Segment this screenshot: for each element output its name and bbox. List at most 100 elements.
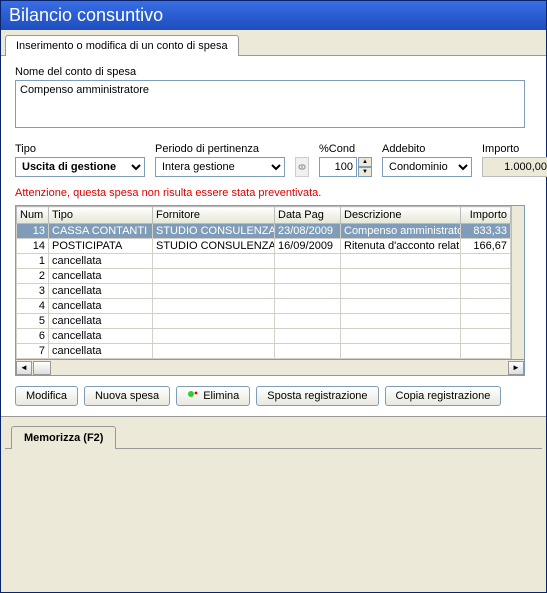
cell-num: 2	[17, 269, 49, 284]
col-importo[interactable]: Importo	[461, 207, 511, 224]
table-row[interactable]: 14POSTICIPATASTUDIO CONSULENZA16/09/2009…	[17, 239, 511, 254]
importo-label: Importo	[482, 143, 547, 155]
cell-tipo: cancellata	[49, 269, 153, 284]
field-addebito: Addebito Condominio	[382, 143, 472, 177]
button-row: Modifica Nuova spesa Elimina Sposta regi…	[15, 386, 532, 406]
col-num[interactable]: Num	[17, 207, 49, 224]
name-input[interactable]: Compenso amministratore	[15, 80, 525, 128]
grid[interactable]: Num Tipo Fornitore Data Pag Descrizione …	[16, 206, 511, 359]
delete-icon	[187, 390, 199, 402]
nuova-spesa-button[interactable]: Nuova spesa	[84, 386, 170, 406]
cell-descr	[341, 284, 461, 299]
cell-importo: 833,33	[461, 224, 511, 239]
scroll-right-arrow[interactable]: ►	[508, 361, 524, 375]
cell-descr: Ritenuta d'acconto relat	[341, 239, 461, 254]
cell-descr	[341, 299, 461, 314]
cell-tipo: cancellata	[49, 344, 153, 359]
cell-data	[275, 344, 341, 359]
cell-tipo: CASSA CONTANTI	[49, 224, 153, 239]
cond-spin-up[interactable]: ▲	[358, 157, 372, 167]
cell-descr	[341, 269, 461, 284]
cell-data	[275, 269, 341, 284]
table-row[interactable]: 4cancellata	[17, 299, 511, 314]
cell-fornitore	[153, 254, 275, 269]
cond-spin-down[interactable]: ▼	[358, 167, 372, 177]
titlebar: Bilancio consuntivo	[1, 1, 546, 30]
cell-tipo: cancellata	[49, 254, 153, 269]
col-tipo[interactable]: Tipo	[49, 207, 153, 224]
table-row[interactable]: 3cancellata	[17, 284, 511, 299]
cell-importo: 166,67	[461, 239, 511, 254]
cell-importo	[461, 344, 511, 359]
periodo-select[interactable]: Intera gestione	[155, 157, 285, 177]
cell-data	[275, 254, 341, 269]
cell-descr: Compenso amministratore	[341, 224, 461, 239]
cell-fornitore	[153, 344, 275, 359]
table-row[interactable]: 7cancellata	[17, 344, 511, 359]
col-descr[interactable]: Descrizione	[341, 207, 461, 224]
field-periodo: Periodo di pertinenza Intera gestione	[155, 143, 285, 177]
warning-text: Attenzione, questa spesa non risulta ess…	[15, 187, 532, 199]
cond-spinner: ▲ ▼	[319, 157, 372, 177]
sposta-button[interactable]: Sposta registrazione	[256, 386, 378, 406]
cell-tipo: cancellata	[49, 284, 153, 299]
table-row[interactable]: 1cancellata	[17, 254, 511, 269]
table-row[interactable]: 13CASSA CONTANTISTUDIO CONSULENZA23/08/2…	[17, 224, 511, 239]
cell-data	[275, 314, 341, 329]
cell-fornitore	[153, 284, 275, 299]
scroll-thumb[interactable]	[33, 361, 51, 375]
table-row[interactable]: 2cancellata	[17, 269, 511, 284]
cell-fornitore	[153, 329, 275, 344]
window: Bilancio consuntivo Inserimento o modifi…	[0, 0, 547, 593]
addebito-select[interactable]: Condominio	[382, 157, 472, 177]
lower-tabbar: Memorizza (F2)	[5, 425, 542, 449]
cell-fornitore: STUDIO CONSULENZA	[153, 239, 275, 254]
table-row[interactable]: 5cancellata	[17, 314, 511, 329]
tipo-select[interactable]: Uscita di gestione	[15, 157, 145, 177]
cell-importo	[461, 284, 511, 299]
cell-data	[275, 329, 341, 344]
cell-tipo: cancellata	[49, 329, 153, 344]
grid-container: Num Tipo Fornitore Data Pag Descrizione …	[15, 205, 525, 360]
horizontal-scrollbar[interactable]: ◄ ►	[15, 360, 525, 376]
cell-fornitore: STUDIO CONSULENZA	[153, 224, 275, 239]
cell-data	[275, 299, 341, 314]
field-tipo: Tipo Uscita di gestione	[15, 143, 145, 177]
cell-tipo: cancellata	[49, 299, 153, 314]
link-icon-button[interactable]	[295, 157, 309, 177]
window-title: Bilancio consuntivo	[9, 5, 163, 25]
tabbar: Inserimento o modifica di un conto di sp…	[1, 30, 546, 56]
cell-descr	[341, 314, 461, 329]
cell-tipo: cancellata	[49, 314, 153, 329]
memorizza-tab[interactable]: Memorizza (F2)	[11, 426, 116, 449]
field-cond: %Cond ▲ ▼	[319, 143, 372, 177]
importo-display	[482, 157, 547, 177]
copia-button[interactable]: Copia registrazione	[385, 386, 502, 406]
scroll-left-arrow[interactable]: ◄	[16, 361, 32, 375]
cell-descr	[341, 254, 461, 269]
col-fornitore[interactable]: Fornitore	[153, 207, 275, 224]
tab-inserimento[interactable]: Inserimento o modifica di un conto di sp…	[5, 35, 239, 56]
modifica-button[interactable]: Modifica	[15, 386, 78, 406]
link-icon	[296, 161, 308, 173]
cell-fornitore	[153, 314, 275, 329]
col-data[interactable]: Data Pag	[275, 207, 341, 224]
cell-data: 23/08/2009	[275, 224, 341, 239]
field-importo: Importo	[482, 143, 547, 177]
cell-num: 3	[17, 284, 49, 299]
vertical-scrollbar[interactable]	[511, 206, 524, 359]
table-row[interactable]: 6cancellata	[17, 329, 511, 344]
form-row: Tipo Uscita di gestione Periodo di perti…	[15, 143, 532, 177]
cond-input[interactable]	[319, 157, 357, 177]
cell-descr	[341, 329, 461, 344]
memorizza-label: Memorizza (F2)	[24, 432, 103, 444]
grid-table: Num Tipo Fornitore Data Pag Descrizione …	[16, 206, 511, 359]
cell-descr	[341, 344, 461, 359]
cell-importo	[461, 269, 511, 284]
upper-panel: Inserimento o modifica di un conto di sp…	[1, 30, 546, 417]
tab-label: Inserimento o modifica di un conto di sp…	[16, 40, 228, 52]
elimina-button[interactable]: Elimina	[176, 386, 250, 406]
cell-importo	[461, 314, 511, 329]
content-area: Nome del conto di spesa Compenso amminis…	[1, 56, 546, 416]
cell-num: 1	[17, 254, 49, 269]
